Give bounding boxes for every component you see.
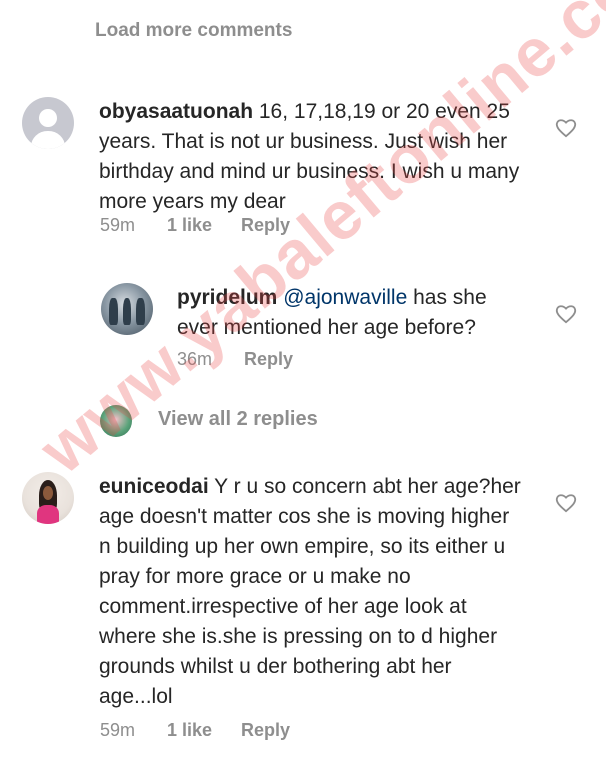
comment-meta: 59m 1 like Reply	[100, 720, 360, 744]
comment-text: Y r u so concern abt her age?her age doe…	[99, 475, 521, 708]
username[interactable]: pyridelum	[177, 286, 277, 309]
comment-body: euniceodai Y r u so concern abt her age?…	[99, 472, 524, 712]
avatar-pyridelum[interactable]	[101, 283, 153, 335]
comment-body: obyasaatuonah 16, 17,18,19 or 20 even 25…	[99, 97, 524, 217]
reply-button[interactable]: Reply	[244, 349, 293, 370]
comment-time: 59m	[100, 720, 136, 740]
comment-meta: 36m Reply	[177, 349, 377, 373]
like-count[interactable]: 1 like	[167, 215, 212, 236]
comment-time: 36m	[177, 349, 213, 369]
avatar-figure	[136, 297, 145, 325]
username[interactable]: euniceodai	[99, 475, 209, 498]
comment-time: 59m	[100, 215, 136, 235]
heart-outline-icon[interactable]	[555, 493, 577, 513]
like-count[interactable]: 1 like	[167, 720, 212, 741]
avatar-default[interactable]	[22, 97, 74, 149]
view-all-replies[interactable]: View all 2 replies	[158, 408, 318, 431]
mention-link[interactable]: @ajonwaville	[283, 286, 407, 309]
avatar-top	[36, 505, 60, 524]
reply-button[interactable]: Reply	[241, 720, 290, 741]
avatar-replier	[100, 405, 132, 437]
comment-meta: 59m 1 like Reply	[100, 215, 360, 239]
comment-body: pyridelum @ajonwaville has she ever ment…	[177, 283, 532, 343]
avatar-figure	[122, 297, 132, 325]
avatar-figure	[109, 297, 118, 325]
heart-outline-icon[interactable]	[555, 118, 577, 138]
username[interactable]: obyasaatuonah	[99, 100, 253, 123]
load-more-comments[interactable]: Load more comments	[95, 20, 292, 42]
avatar-euniceodai[interactable]	[22, 472, 74, 524]
heart-outline-icon[interactable]	[555, 304, 577, 324]
reply-button[interactable]: Reply	[241, 215, 290, 236]
